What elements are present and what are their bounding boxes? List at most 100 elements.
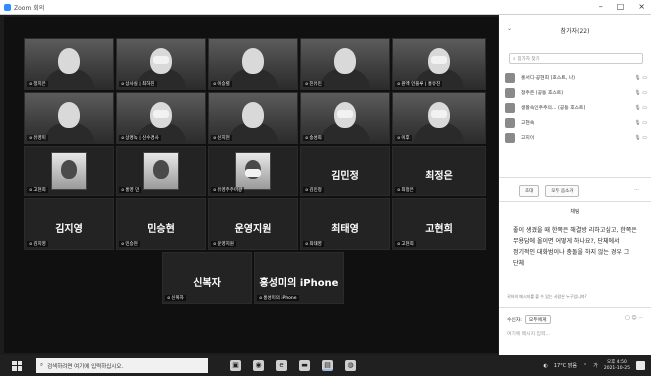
taskbar-search-input[interactable]: ⌕ 검색하려면 여기에 입력하십시오. [36, 358, 208, 373]
participant-tile[interactable]: ⊘상명녹 | 신수경사 [116, 92, 206, 144]
chat-title: 채팅 [570, 209, 580, 215]
face-mask [431, 110, 447, 118]
participant-tile[interactable]: 고현희 ⊘고현희 [392, 198, 486, 250]
participant-tile[interactable]: 홍성미의 iPhone ⊘홍성미의 iPhone [254, 252, 344, 304]
gallery-view: ⊘정지은 ⊘상사실 | 최하진 ⊘이승렬 ⊘진유민 ⊘원엑 인플루 | 홍유진 ⊘유영미 ⊘… [4, 17, 498, 353]
muted-mic-icon: ⊘ [121, 187, 125, 192]
zoom-app-icon[interactable]: ▤ [322, 360, 333, 371]
avatar [505, 132, 515, 143]
participant-name-tag: ⊘상명녹 | 신수경사 [119, 135, 161, 141]
participant-tile[interactable]: ⊘이후 [392, 92, 486, 144]
participant-name-tag: ⊘이후 [395, 135, 412, 141]
muted-mic-icon: ⊘ [397, 187, 401, 192]
zoom-logo-icon [4, 3, 11, 11]
participant-tile[interactable]: ⊘유영미 [24, 92, 114, 144]
chat-tools[interactable]: ▢ ☺ ··· [625, 315, 643, 321]
participant-tile[interactable]: ⊘정지은 [24, 38, 114, 90]
muted-mic-icon: ⊘ [397, 241, 401, 246]
title-bar: Zoom 회의 – □ × [0, 0, 651, 15]
participant-name-tag: ⊘신지현 [211, 135, 232, 141]
participant-tile[interactable]: 신복자 ⊘신복자 [162, 252, 252, 304]
participant-tile[interactable]: ⊘고현희 [24, 146, 114, 196]
muted-mic-icon: ⊘ [121, 241, 125, 246]
participant-row[interactable]: 홍서디·공현희 (호스트, 나) 🎙 ▭ [505, 70, 647, 85]
participant-display-name: 고현희 [425, 224, 453, 235]
participant-tile[interactable]: 최태영 ⊘최태영 [300, 198, 390, 250]
participant-name: 생활속인주주의... (공동 호스트) [521, 106, 586, 111]
participant-tile[interactable]: 운영지원 ⊘운영지원 [208, 198, 298, 250]
invite-button[interactable]: 초대 [519, 185, 540, 197]
mic-video-icon: 🎙 ▭ [634, 134, 647, 141]
participant-name-tag: ⊘진유민 [303, 81, 324, 87]
participant-name-tag: ⊘홍성미의 iPhone [257, 295, 299, 301]
participant-tile[interactable]: ⊘원엑 인플루 | 홍유진 [392, 38, 486, 90]
collapse-chevron-icon[interactable]: ⌄ [507, 25, 512, 32]
mic-video-icon: 🎙 ▭ [634, 89, 647, 96]
participant-tile[interactable]: 민승현 ⊘민승현 [116, 198, 206, 250]
participant-tile[interactable]: ⊘이승렬 [208, 38, 298, 90]
participant-tile[interactable]: ⊘유영주주미광 [208, 146, 298, 196]
participant-row[interactable]: 생활속인주주의... (공동 호스트) 🎙 ▭ [505, 100, 647, 115]
participant-name-tag: ⊘신복자 [165, 295, 186, 301]
maximize-button[interactable]: □ [617, 2, 625, 11]
search-icon: ⌕ [513, 56, 516, 62]
participant-tile[interactable]: ⊘홍영 민 [116, 146, 206, 196]
muted-mic-icon: ⊘ [305, 81, 309, 86]
window-controls: – □ × [599, 2, 645, 11]
input-language[interactable]: 가 [593, 362, 598, 369]
minimize-button[interactable]: – [599, 2, 603, 11]
file-explorer-icon[interactable]: ▬ [299, 360, 310, 371]
face-mask [153, 56, 169, 64]
clock[interactable]: 오후 4:50 2021-10-25 [604, 360, 630, 372]
windows-start-icon[interactable] [12, 360, 22, 371]
participant-tile[interactable]: ⊘진유민 [300, 38, 390, 90]
mute-all-button[interactable]: 모두 음소거 [545, 185, 580, 197]
more-options-icon[interactable]: ... [634, 186, 639, 192]
muted-mic-icon: ⊘ [29, 81, 33, 86]
participant-row[interactable]: 고현숙 🎙 ▭ [505, 115, 647, 130]
chat-input[interactable]: 여기에 메시지 입력... [507, 330, 550, 337]
participant-tile[interactable]: 김지영 ⊘김지영 [24, 198, 114, 250]
tray-overflow-icon[interactable]: ⌃ [583, 363, 587, 369]
participant-name: 고현숙 [521, 121, 535, 126]
participant-tile[interactable]: ⊘상사실 | 최하진 [116, 38, 206, 90]
participant-tile[interactable]: 최정은 ⊘최정은 [392, 146, 486, 196]
participant-search-input[interactable]: ⌕ 참가자 찾기 [509, 53, 643, 64]
muted-mic-icon: ⊘ [305, 241, 309, 246]
edge-browser-icon[interactable]: e [276, 360, 287, 371]
task-view-icon[interactable]: ▣ [230, 360, 241, 371]
chrome-icon[interactable]: ◍ [345, 360, 356, 371]
chat-message: 좋이 생겼을 때 한쪽은 해결방 리하고싶고, 한쪽은 무용답에 올이면 어떻게… [513, 227, 637, 267]
muted-mic-icon: ⊘ [213, 187, 217, 192]
weather-icon[interactable]: ◐ [544, 363, 548, 369]
participant-name-tag: ⊘운영지원 [211, 241, 236, 247]
weather-text[interactable]: 17°C 맑음 [554, 362, 577, 369]
participant-name-tag: ⊘정지은 [27, 81, 48, 87]
participant-name-tag: ⊘최정은 [395, 187, 416, 193]
participant-display-name: 최태영 [331, 224, 359, 235]
name-tag-text: 상명녹 | 신수경사 [125, 136, 159, 141]
settings-icon[interactable]: ◉ [253, 360, 264, 371]
name-tag-text: 유영주주미광 [217, 188, 243, 193]
chat-visibility-note[interactable]: 귀하의 메시지를 볼 수 있는 사람은 누구입니까? [507, 294, 647, 300]
participant-display-name: 홍성미의 iPhone [259, 278, 339, 289]
participant-row[interactable]: 고지이 🎙 ▭ [505, 130, 647, 145]
participant-row[interactable]: 정주은 (공동 호스트) 🎙 ▭ [505, 85, 647, 100]
recipient-select[interactable]: 모두에게 [524, 315, 551, 324]
participant-name-tag: ⊘고현희 [27, 187, 48, 193]
notification-icon[interactable] [636, 361, 645, 370]
name-tag-text: 신지현 [217, 136, 230, 141]
participant-tile[interactable]: ⊘신지현 [208, 92, 298, 144]
participant-tile[interactable]: ⊘송성희 [300, 92, 390, 144]
divider [499, 307, 651, 308]
avatar [505, 117, 515, 128]
muted-mic-icon: ⊘ [213, 241, 217, 246]
participant-display-name: 김민정 [331, 171, 359, 183]
name-tag-text: 정지은 [33, 82, 46, 87]
close-button[interactable]: × [638, 2, 645, 11]
name-tag-text: 최태영 [309, 242, 322, 247]
name-tag-text: 김민정 [309, 188, 322, 193]
muted-mic-icon: ⊘ [29, 241, 33, 246]
participant-name-tag: ⊘원엑 인플루 | 홍유진 [395, 81, 443, 87]
participant-tile[interactable]: 김민정 ⊘김민정 [300, 146, 390, 196]
